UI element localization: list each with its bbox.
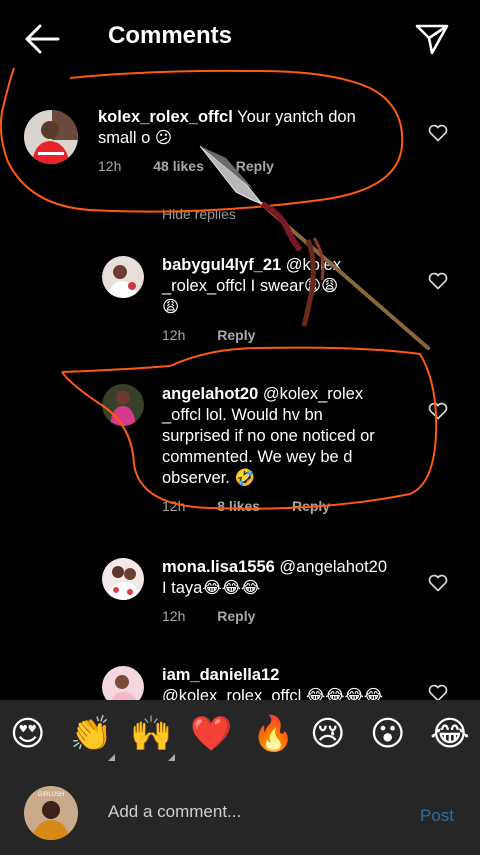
comment-meta: 12h Reply [162, 327, 283, 343]
send-icon[interactable] [414, 22, 450, 56]
avatar[interactable] [24, 110, 78, 164]
username-link[interactable]: mona.lisa1556 [162, 558, 275, 576]
skin-tone-indicator [108, 754, 115, 761]
username-link[interactable]: babygul4lyf_21 [162, 256, 281, 274]
likes-count[interactable]: 8 likes [217, 498, 260, 514]
emoji-crying[interactable]: 😢 [310, 714, 345, 754]
comment-meta: 12h 48 likes Reply [98, 158, 302, 174]
username-link[interactable]: kolex_rolex_offcl [98, 108, 233, 126]
header-bar: Comments [0, 0, 480, 76]
likes-count[interactable]: 48 likes [153, 158, 204, 174]
emoji-raised-hands[interactable]: 🙌 [130, 714, 172, 754]
emoji-fire[interactable]: 🔥 [252, 714, 294, 754]
heart-icon[interactable] [428, 574, 448, 592]
heart-icon[interactable] [428, 272, 448, 290]
emoji-red-heart[interactable]: ❤️ [190, 714, 232, 754]
skin-tone-indicator [168, 754, 175, 761]
timestamp: 12h [162, 608, 186, 624]
avatar[interactable] [102, 384, 144, 426]
comment-text: angelahot20 @kolex_rolex _offcl lol. Wou… [162, 385, 375, 487]
comment-text: babygul4lyf_21 @kolex _rolex_offcl I swe… [162, 256, 342, 316]
reply-button[interactable]: Reply [217, 608, 255, 624]
avatar[interactable] [102, 256, 144, 298]
back-arrow-icon[interactable] [22, 22, 62, 56]
avatar[interactable]: GIRLUSH [24, 786, 78, 840]
comment-input[interactable]: Add a comment... [108, 802, 241, 822]
avatar[interactable] [102, 558, 144, 600]
timestamp: 12h [162, 498, 186, 514]
emoji-astonished[interactable]: 😮 [370, 714, 405, 754]
username-link[interactable]: iam_daniella12 [162, 666, 279, 684]
reply-button[interactable]: Reply [292, 498, 330, 514]
timestamp: 12h [98, 158, 122, 174]
heart-icon[interactable] [428, 402, 448, 420]
emoji-reaction-bar: 😍 👏 🙌 ❤️ 🔥 😢 😮 😂 [0, 700, 480, 776]
username-link[interactable]: angelahot20 [162, 385, 258, 403]
reply-button[interactable]: Reply [236, 158, 274, 174]
comment-meta: 12h Reply [162, 608, 283, 624]
emoji-clap[interactable]: 👏 [70, 714, 112, 754]
page-title: Comments [108, 22, 233, 49]
hide-replies-link[interactable]: Hide replies [162, 206, 236, 222]
emoji-heart-eyes[interactable]: 😍 [10, 714, 45, 754]
comment-meta: 12h 8 likes Reply [162, 498, 358, 514]
post-button[interactable]: Post [420, 806, 454, 826]
reply-button[interactable]: Reply [217, 327, 255, 343]
comment-compose-bar: GIRLUSH Add a comment... Post [0, 776, 480, 855]
emoji-joy[interactable]: 😂 [430, 714, 470, 754]
avatar-logo-text: GIRLUSH [38, 792, 65, 798]
heart-icon[interactable] [428, 124, 448, 142]
comment-text: mona.lisa1556 @angelahot20 I taya😂😂😂 [162, 558, 388, 597]
timestamp: 12h [162, 327, 186, 343]
comment-text: kolex_rolex_offcl Your yantch don small … [98, 108, 356, 147]
